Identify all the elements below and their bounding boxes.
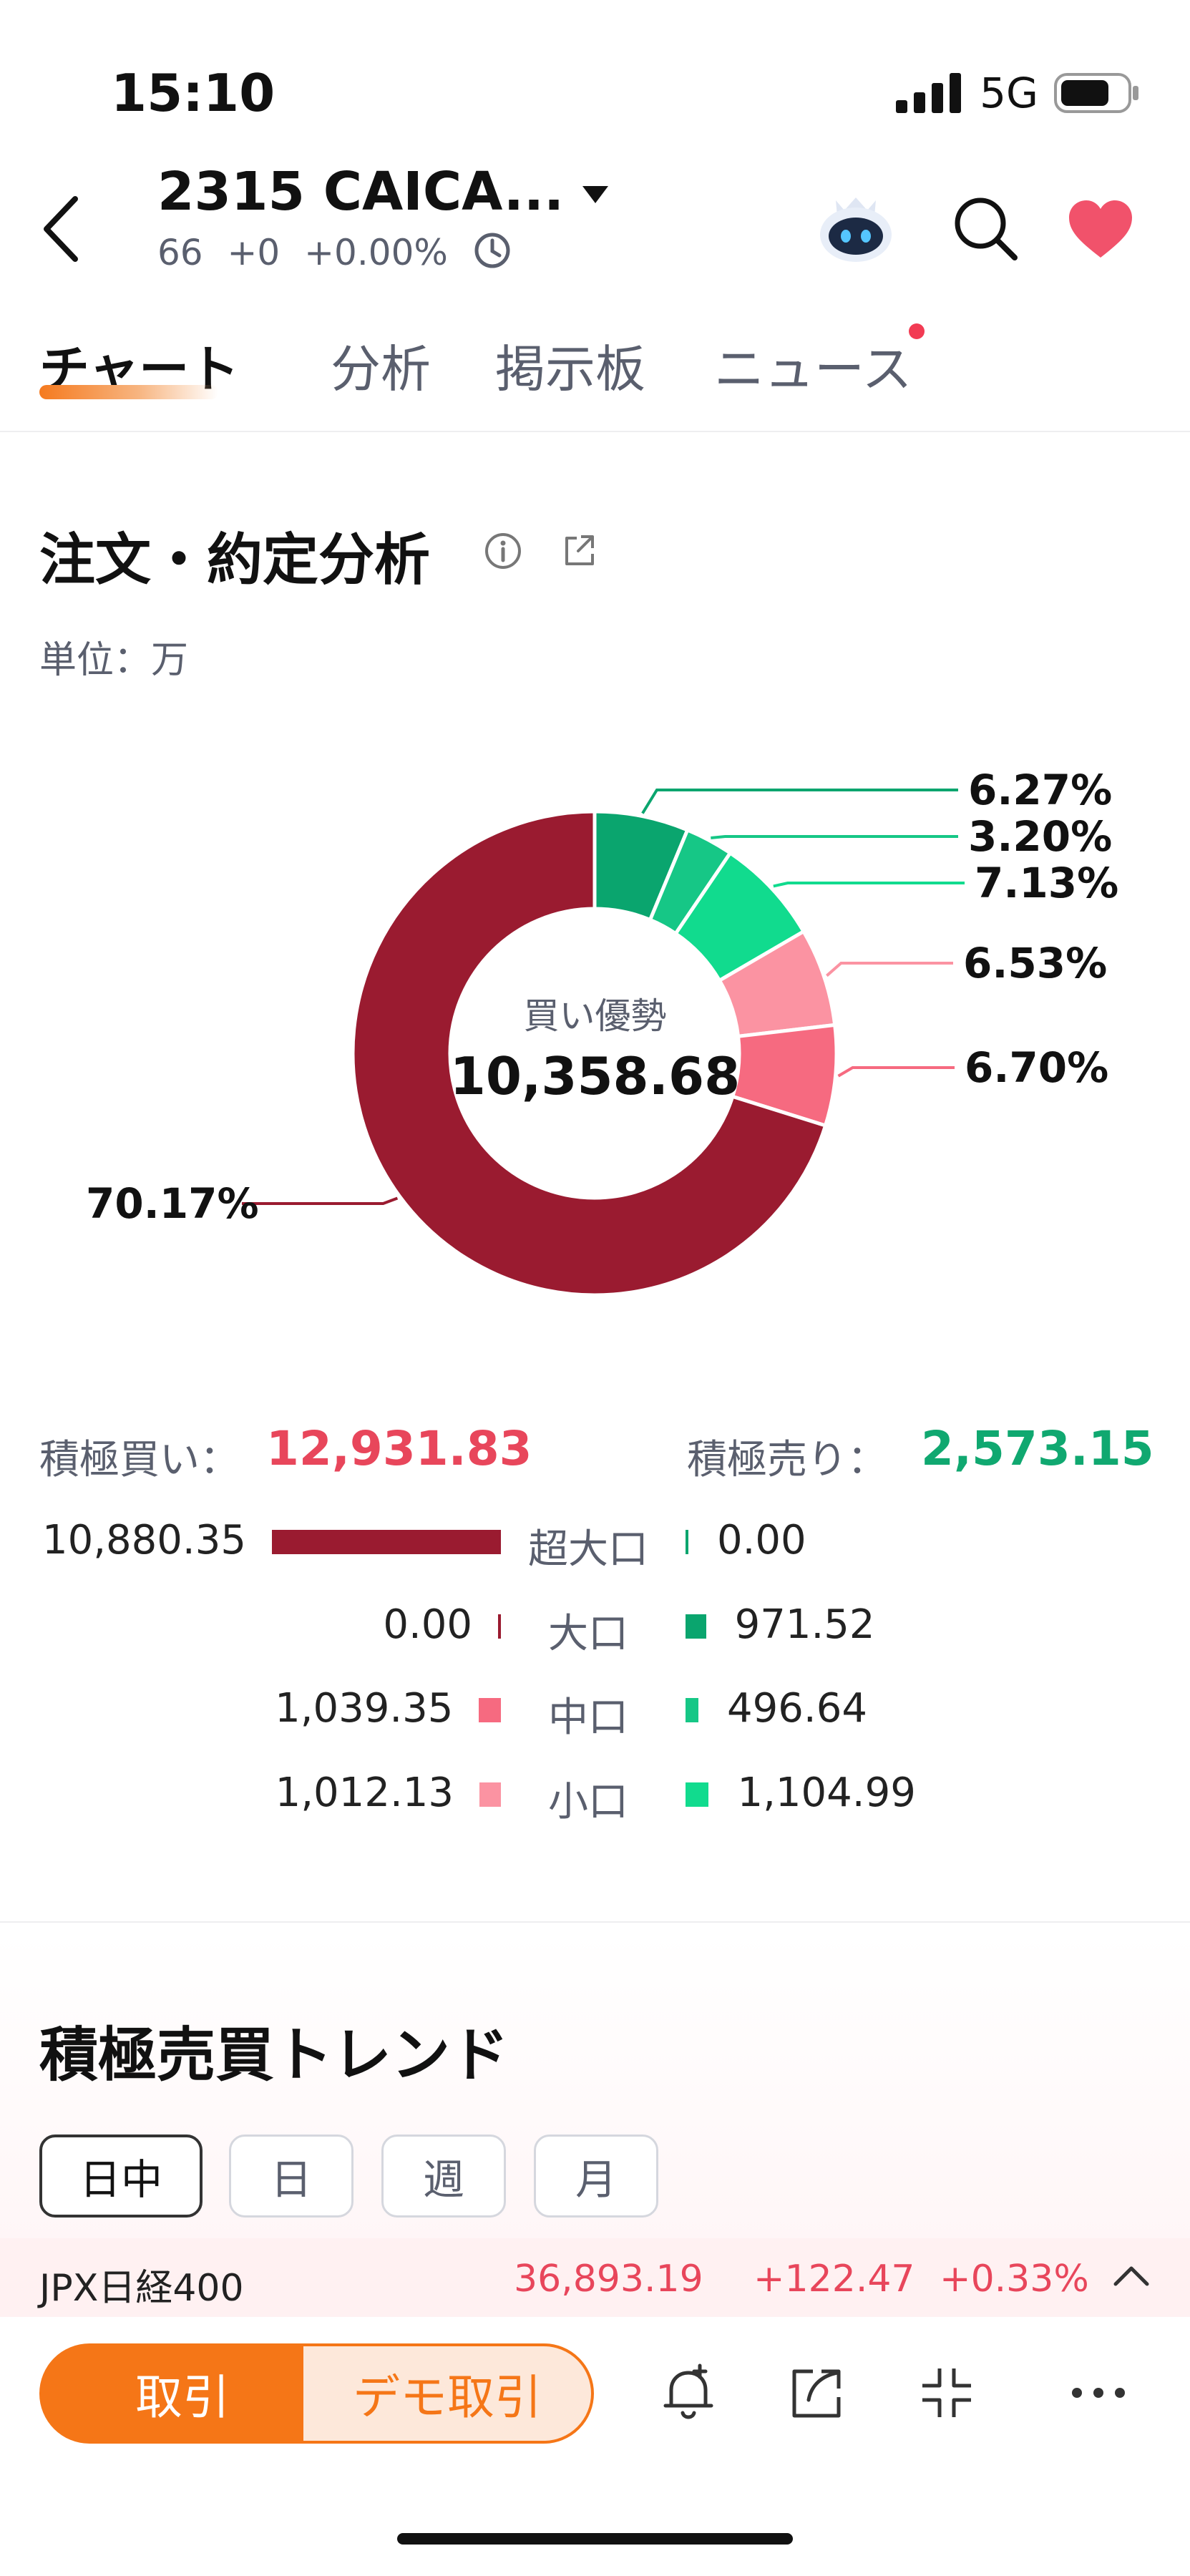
more-icon[interactable] xyxy=(1070,2384,1127,2401)
tabs-divider xyxy=(0,431,1190,432)
slice-percentage-label: 70.17% xyxy=(86,1179,259,1228)
section-title: 注文・約定分析 xyxy=(39,515,430,595)
collapse-icon[interactable] xyxy=(918,2364,975,2421)
sell-bar xyxy=(686,1530,688,1554)
home-indicator xyxy=(397,2533,793,2545)
network-label: 5G xyxy=(980,69,1038,117)
leader-line xyxy=(711,835,958,839)
buy-total-label: 積極買い： xyxy=(39,1437,240,1483)
sell-value: 496.64 xyxy=(727,1685,867,1732)
center-label: 買い優勢 xyxy=(523,995,667,1037)
period-button-day[interactable]: 日 xyxy=(229,2135,353,2218)
unit-label: 単位：万 xyxy=(39,639,189,682)
index-name: JPX日経400 xyxy=(39,2267,244,2310)
section-title-text: 注文・約定分析 xyxy=(39,528,431,592)
stock-quote: 66 +0 +0.00% xyxy=(157,230,512,273)
leader-line xyxy=(773,882,965,888)
tab-board[interactable]: 掲示板 xyxy=(495,329,645,401)
buy-bar xyxy=(479,1698,501,1722)
leader-line xyxy=(826,962,953,977)
chevron-up-icon[interactable] xyxy=(1111,2261,1151,2290)
tab-analysis[interactable]: 分析 xyxy=(331,329,431,401)
signal-icon xyxy=(896,73,962,113)
buy-bar xyxy=(272,1530,501,1554)
battery-icon xyxy=(1054,73,1138,113)
search-icon[interactable] xyxy=(952,195,1019,262)
price: 66 xyxy=(157,232,203,273)
bell-plus-icon[interactable] xyxy=(657,2361,721,2426)
leader-line xyxy=(242,1196,399,1205)
price-change: +0 xyxy=(227,232,281,273)
slice-percentage-label: 3.20% xyxy=(968,812,1113,861)
buy-value: 10,880.35 xyxy=(42,1517,246,1563)
trend-title: 積極売買トレンド xyxy=(39,2021,509,2089)
price-change-pct: +0.00% xyxy=(304,232,448,273)
clock-icon xyxy=(474,233,510,268)
buy-bar xyxy=(479,1782,501,1807)
status-time: 15:10 xyxy=(111,63,275,123)
sell-total-label: 積極売り： xyxy=(687,1437,887,1483)
order-size-label: 超大口 xyxy=(528,1526,648,1573)
buy-value: 0.00 xyxy=(383,1601,472,1648)
back-icon[interactable] xyxy=(39,193,82,265)
index-change-pct: +0.33% xyxy=(940,2258,1089,2301)
index-value: 36,893.19 xyxy=(514,2258,703,2301)
sell-bar xyxy=(686,1614,706,1639)
order-size-label: 小口 xyxy=(548,1779,628,1825)
buy-total-value: 12,931.83 xyxy=(266,1421,532,1476)
tab-news[interactable]: ニュース xyxy=(714,329,912,401)
section-divider xyxy=(0,1921,1190,1923)
sell-total-value: 2,573.15 xyxy=(921,1421,1154,1476)
buy-bar xyxy=(498,1614,501,1639)
favorite-heart-icon[interactable] xyxy=(1066,199,1135,260)
order-size-label: 中口 xyxy=(548,1694,628,1741)
status-icons: 5G xyxy=(896,69,1140,117)
buy-value: 1,039.35 xyxy=(275,1685,454,1732)
period-button-month[interactable]: 月 xyxy=(534,2135,658,2218)
share-small-icon[interactable] xyxy=(560,531,600,571)
sell-value: 1,104.99 xyxy=(737,1770,916,1816)
active-tab-underline xyxy=(39,385,218,399)
demo-trade-button[interactable]: デモ取引 xyxy=(301,2343,594,2444)
sell-bar xyxy=(686,1698,698,1722)
stock-title[interactable]: 2315 CAICA... xyxy=(157,161,564,223)
news-badge-dot xyxy=(909,323,925,339)
slice-percentage-label: 6.53% xyxy=(963,939,1108,987)
buy-value: 1,012.13 xyxy=(275,1770,454,1816)
slice-percentage-label: 7.13% xyxy=(975,859,1119,907)
share-icon[interactable] xyxy=(786,2363,847,2424)
trade-button[interactable]: 取引 xyxy=(39,2343,326,2444)
sell-value: 0.00 xyxy=(717,1517,806,1563)
slice-percentage-label: 6.27% xyxy=(968,766,1113,814)
order-size-label: 大口 xyxy=(548,1611,628,1657)
sell-bar xyxy=(686,1782,709,1807)
info-icon[interactable] xyxy=(483,531,523,571)
index-change: +122.47 xyxy=(753,2258,915,2301)
robot-assistant-icon[interactable] xyxy=(814,187,897,266)
slice-percentage-label: 6.70% xyxy=(965,1043,1109,1092)
dropdown-icon[interactable] xyxy=(581,185,610,206)
period-button-intraday[interactable]: 日中 xyxy=(39,2135,203,2218)
leader-line xyxy=(641,789,958,814)
period-button-week[interactable]: 週 xyxy=(381,2135,506,2218)
sell-value: 971.52 xyxy=(734,1601,875,1648)
